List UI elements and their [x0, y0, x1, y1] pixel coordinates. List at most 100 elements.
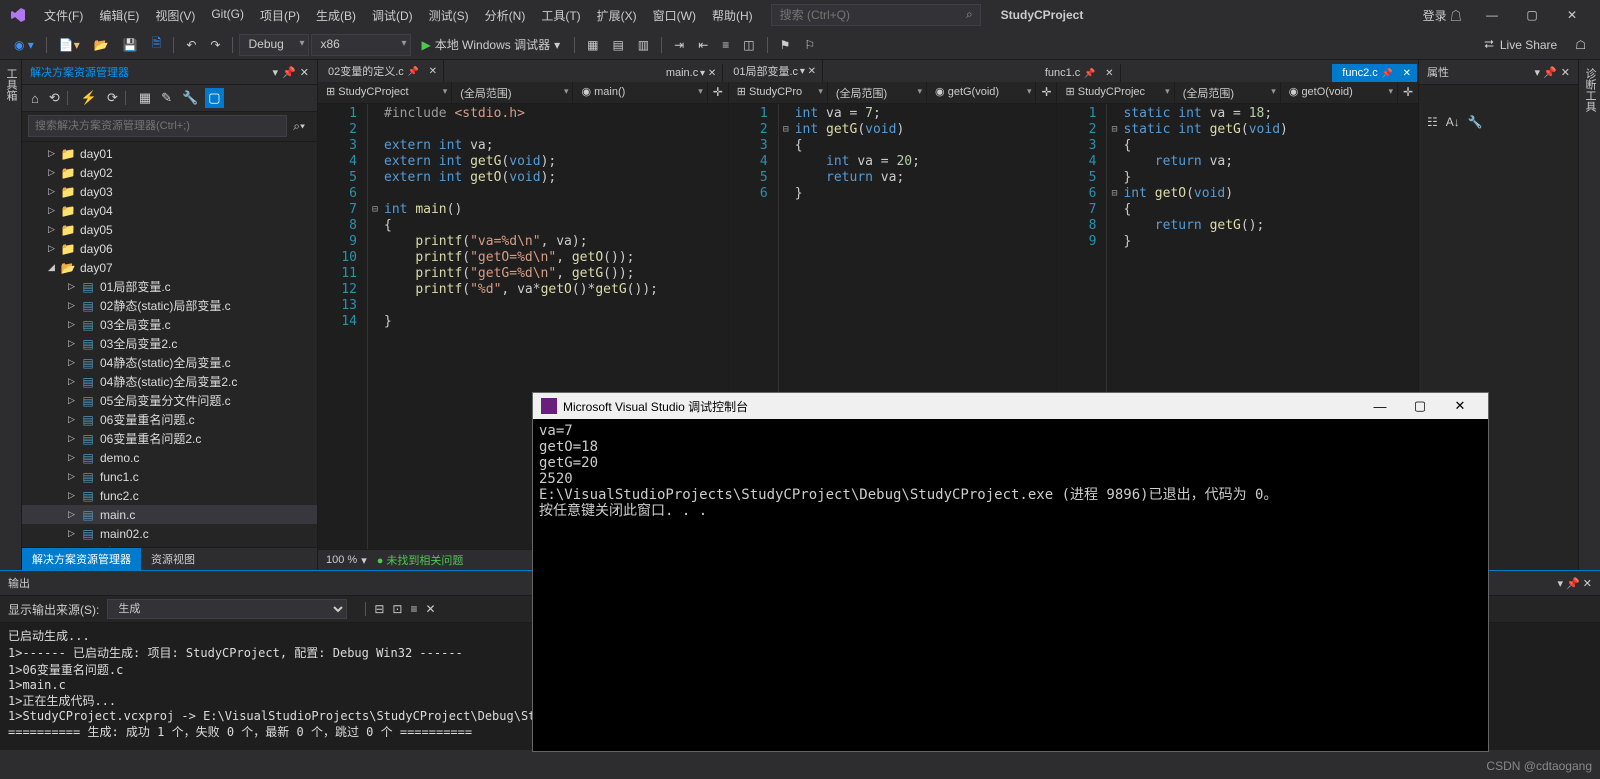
tree-item[interactable]: ▷▤01局部变量.c	[22, 277, 317, 296]
tree-item[interactable]: ◢📂day07	[22, 258, 317, 277]
menu-item[interactable]: 视图(V)	[147, 3, 203, 28]
menu-item[interactable]: 分析(N)	[477, 3, 534, 28]
show-all-icon[interactable]: ▦	[136, 88, 154, 108]
console-output[interactable]: va=7 getO=18 getG=20 2520 E:\VisualStudi…	[533, 419, 1488, 751]
tree-item[interactable]: ▷▤03全局变量.c	[22, 315, 317, 334]
diagnostic-tools-tab[interactable]: 诊断工具	[1578, 60, 1600, 570]
config-dropdown[interactable]: Debug	[239, 34, 309, 56]
console-titlebar[interactable]: Microsoft Visual Studio 调试控制台 — ▢ ✕	[533, 393, 1488, 419]
editor-tab[interactable]: 02变量的定义.c📌✕	[318, 60, 444, 82]
split-icon[interactable]: ✛	[708, 82, 728, 103]
back-nav-button[interactable]: ◉ ▾	[8, 34, 40, 56]
panel-pin-icon[interactable]: ▾ 📌	[1535, 66, 1557, 79]
tool-icon-8[interactable]: ⚑	[774, 34, 797, 56]
search-icon[interactable]: ⌕▾	[287, 115, 311, 138]
nav-project-1[interactable]: ⊞ StudyCProject	[318, 82, 452, 103]
tool-icon-6[interactable]: ≡	[716, 34, 735, 56]
tool-icon-3[interactable]: ▥	[632, 34, 655, 56]
console-close-button[interactable]: ✕	[1440, 398, 1480, 414]
tree-item[interactable]: ▷▤main.c	[22, 505, 317, 524]
properties-icon[interactable]: ✎	[158, 88, 175, 108]
tree-item[interactable]: ▷📁day06	[22, 239, 317, 258]
issues-indicator[interactable]: ● 未找到相关问题	[377, 552, 464, 568]
undo-button[interactable]: ↶	[180, 34, 202, 56]
new-item-button[interactable]: 📄▾	[53, 34, 86, 56]
redo-button[interactable]: ↷	[204, 34, 226, 56]
tree-item[interactable]: ▷▤func2.c	[22, 486, 317, 505]
tree-item[interactable]: ▷▤demo.c	[22, 448, 317, 467]
categorized-icon[interactable]: ☷	[1425, 113, 1440, 131]
tree-item[interactable]: ▷📁day01	[22, 144, 317, 163]
tree-item[interactable]: ▷📁day05	[22, 220, 317, 239]
panel-close-icon[interactable]: ✕	[1561, 66, 1570, 79]
tree-item[interactable]: ▷▤02静态(static)局部变量.c	[22, 296, 317, 315]
tree-item[interactable]: ▷▤04静态(static)全局变量.c	[22, 353, 317, 372]
tree-item[interactable]: ▷▤func1.c	[22, 467, 317, 486]
menu-item[interactable]: Git(G)	[203, 3, 252, 28]
tool-icon-7[interactable]: ◫	[737, 34, 760, 56]
menu-item[interactable]: 测试(S)	[421, 3, 477, 28]
explorer-search-input[interactable]	[28, 115, 287, 137]
output-tool-1[interactable]: ⊟	[374, 602, 384, 616]
tool-icon-4[interactable]: ⇥	[668, 34, 690, 56]
panel-pin-icon[interactable]: 📌	[282, 66, 296, 79]
nav-scope-3[interactable]: (全局范围)	[1175, 82, 1281, 103]
save-button[interactable]: 💾	[117, 34, 144, 56]
split-icon[interactable]: ✛	[1398, 82, 1418, 103]
admin-icon[interactable]: ☖	[1569, 34, 1592, 56]
output-tool-2[interactable]: ⊡	[392, 602, 402, 616]
tree-item[interactable]: ▷📁day04	[22, 201, 317, 220]
tool-icon-2[interactable]: ▤	[606, 34, 629, 56]
menu-item[interactable]: 项目(P)	[252, 3, 308, 28]
refresh-icon[interactable]: ⟳	[104, 88, 121, 108]
zoom-dropdown[interactable]: 100 % ▾	[326, 554, 367, 567]
tree-item[interactable]: ▷📁day03	[22, 182, 317, 201]
tree-item[interactable]: ▷▤06变量重名问题2.c	[22, 429, 317, 448]
panel-dropdown-icon[interactable]: ▾	[273, 66, 279, 79]
global-search-input[interactable]	[771, 4, 981, 26]
nav-func-1[interactable]: ◉ main()	[573, 82, 707, 103]
tool-icon-1[interactable]: ▦	[581, 34, 604, 56]
console-maximize-button[interactable]: ▢	[1400, 398, 1440, 414]
menu-item[interactable]: 文件(F)	[36, 3, 91, 28]
tree-item[interactable]: ▷▤04静态(static)全局变量2.c	[22, 372, 317, 391]
nav-scope-2[interactable]: (全局范围)	[828, 82, 927, 103]
menu-item[interactable]: 扩展(X)	[589, 3, 645, 28]
menu-item[interactable]: 编辑(E)	[91, 3, 147, 28]
live-share-button[interactable]: ⮂ Live Share	[1474, 37, 1567, 52]
editor-tab[interactable]: main.c▾ ✕	[656, 64, 723, 82]
console-minimize-button[interactable]: —	[1360, 399, 1400, 414]
props-icon[interactable]: 🔧	[1466, 113, 1485, 131]
tool-icon-5[interactable]: ⇤	[692, 34, 714, 56]
nav-scope-1[interactable]: (全局范围)	[452, 82, 573, 103]
output-tool-3[interactable]: ≡	[410, 602, 417, 616]
platform-dropdown[interactable]: x86	[311, 34, 411, 56]
toolbox-tab[interactable]: 工具箱	[0, 60, 22, 570]
tool-icon-9[interactable]: ⚐	[798, 34, 821, 56]
tree-item[interactable]: ▷▤main02.c	[22, 524, 317, 543]
sync-icon[interactable]: ⚡	[78, 88, 100, 108]
tab-resource-view[interactable]: 资源视图	[141, 548, 205, 570]
preview-icon[interactable]: 🔧	[179, 88, 201, 108]
login-button[interactable]: 登录 ☖	[1413, 3, 1472, 28]
editor-tab[interactable]: func1.c📌✕	[1035, 64, 1121, 82]
view-icon[interactable]: ▢	[205, 88, 223, 108]
panel-pin-icon[interactable]: ▾ 📌 ✕	[1557, 577, 1592, 590]
editor-tab[interactable]: 01局部变量.c▾ ✕	[723, 60, 823, 82]
open-button[interactable]: 📂	[88, 34, 115, 56]
alphabetical-icon[interactable]: A↓	[1444, 113, 1462, 131]
window-maximize-button[interactable]: ▢	[1512, 8, 1552, 22]
split-icon[interactable]: ✛	[1036, 82, 1056, 103]
panel-close-icon[interactable]: ✕	[300, 66, 309, 79]
collapse-icon[interactable]: ⟲	[46, 88, 63, 108]
output-source-dropdown[interactable]: 生成	[107, 599, 347, 619]
menu-item[interactable]: 工具(T)	[533, 3, 588, 28]
editor-tab[interactable]: func2.c📌✕	[1332, 64, 1418, 82]
tree-item[interactable]: ▷▤06变量重名问题.c	[22, 410, 317, 429]
window-minimize-button[interactable]: —	[1472, 8, 1512, 22]
menu-item[interactable]: 调试(D)	[364, 3, 421, 28]
home-icon[interactable]: ⌂	[28, 89, 42, 108]
nav-func-3[interactable]: ◉ getO(void)	[1281, 82, 1398, 103]
output-tool-4[interactable]: ✕	[425, 602, 435, 616]
save-all-button[interactable]: 🗎	[146, 30, 168, 59]
